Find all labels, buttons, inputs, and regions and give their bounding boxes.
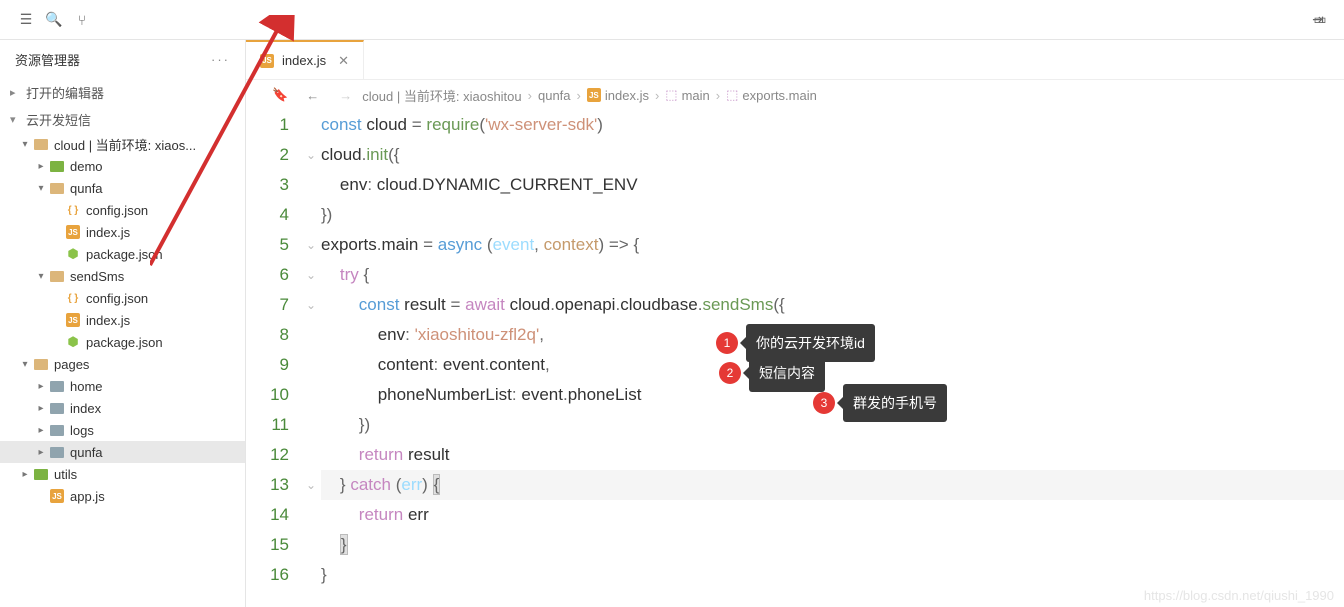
opened-editors-section[interactable]: ▸打开的编辑器 <box>0 79 245 106</box>
tree-item[interactable]: ▾pages <box>0 353 245 375</box>
js-file-icon: JS <box>587 88 601 102</box>
anno-badge-2: 2 <box>719 362 741 384</box>
folder-orange-icon <box>48 183 66 194</box>
folder-gray-icon <box>48 403 66 414</box>
tab-index-js[interactable]: JS index.js ✕ <box>246 40 364 79</box>
tree-item[interactable]: ▸logs <box>0 419 245 441</box>
close-icon[interactable]: ✕ <box>338 53 349 69</box>
js-file-icon: JS <box>260 54 274 68</box>
line-gutter: 1234 5678 9101112 13141516 <box>246 110 301 590</box>
folder-gray-icon <box>48 447 66 458</box>
cube-icon: ⬚ <box>726 87 738 103</box>
nav-forward-icon[interactable]: → <box>339 88 352 103</box>
tree-item[interactable]: { }config.json <box>0 199 245 221</box>
breadcrumb-bar: 🔖 ← → cloud | 当前环境: xiaoshitou › qunfa ›… <box>246 80 1344 110</box>
anno-badge-1: 1 <box>716 332 738 354</box>
tree-item[interactable]: { }config.json <box>0 287 245 309</box>
file-json-icon: { } <box>64 291 82 305</box>
file-node-icon: ⬢ <box>64 335 82 349</box>
tree-item[interactable]: JSindex.js <box>0 309 245 331</box>
cube-icon: ⬚ <box>665 87 677 103</box>
tree-item[interactable]: ▾cloud | 当前环境: xiaos... <box>0 133 245 155</box>
anno-badge-3: 3 <box>813 392 835 414</box>
list-icon[interactable]: ☰ <box>12 11 40 28</box>
file-js-icon: JS <box>64 225 82 239</box>
tree-item[interactable]: ▾qunfa <box>0 177 245 199</box>
bookmark-icon[interactable]: 🔖 <box>272 87 288 103</box>
explorer-title: 资源管理器 <box>15 50 80 69</box>
tree-item[interactable]: ⬢package.json <box>0 243 245 265</box>
tree-item[interactable]: ▾sendSms <box>0 265 245 287</box>
folder-gray-icon <box>48 381 66 392</box>
tree-item[interactable]: ⬢package.json <box>0 331 245 353</box>
folder-orange-icon <box>32 139 50 150</box>
tree-item[interactable]: JSapp.js <box>0 485 245 507</box>
layout-icon[interactable]: ▭ <box>1306 11 1334 28</box>
tree-item[interactable]: ▸index <box>0 397 245 419</box>
top-toolbar: ☰ 🔍 ⑂ ⇥ ▭ <box>0 0 1344 40</box>
search-icon[interactable]: 🔍 <box>40 11 68 28</box>
folder-green-icon <box>48 161 66 172</box>
project-section[interactable]: ▾云开发短信 <box>0 106 245 133</box>
fold-gutter: ⌄ ⌄⌄⌄ ⌄ <box>301 110 321 590</box>
folder-green-icon <box>32 469 50 480</box>
tree-item[interactable]: ▸demo <box>0 155 245 177</box>
annotation-3: 3 群发的手机号 <box>813 384 947 422</box>
folder-orange-icon <box>48 271 66 282</box>
tab-label: index.js <box>282 53 326 68</box>
nav-back-icon[interactable]: ← <box>306 88 319 103</box>
annotation-2: 2 短信内容 <box>719 354 825 392</box>
tree-item[interactable]: ▸qunfa <box>0 441 245 463</box>
tree-item[interactable]: JSindex.js <box>0 221 245 243</box>
tree-item[interactable]: ▸utils <box>0 463 245 485</box>
file-tree: ▾cloud | 当前环境: xiaos...▸demo▾qunfa{ }con… <box>0 133 245 507</box>
more-icon[interactable]: ··· <box>211 52 230 67</box>
explorer-sidebar: 资源管理器 ··· ▸打开的编辑器 ▾云开发短信 ▾cloud | 当前环境: … <box>0 40 246 607</box>
tree-item[interactable]: ▸home <box>0 375 245 397</box>
code-editor[interactable]: 1234 5678 9101112 13141516 ⌄ ⌄⌄⌄ ⌄ const… <box>246 110 1344 590</box>
folder-gray-icon <box>48 425 66 436</box>
tab-bar: JS index.js ✕ <box>246 40 1344 80</box>
file-js-icon: JS <box>48 489 66 503</box>
folder-orange-icon <box>32 359 50 370</box>
watermark: https://blog.csdn.net/qiushi_1990 <box>1144 588 1334 603</box>
file-node-icon: ⬢ <box>64 247 82 261</box>
branch-icon[interactable]: ⑂ <box>68 12 96 28</box>
file-json-icon: { } <box>64 203 82 217</box>
file-js-icon: JS <box>64 313 82 327</box>
